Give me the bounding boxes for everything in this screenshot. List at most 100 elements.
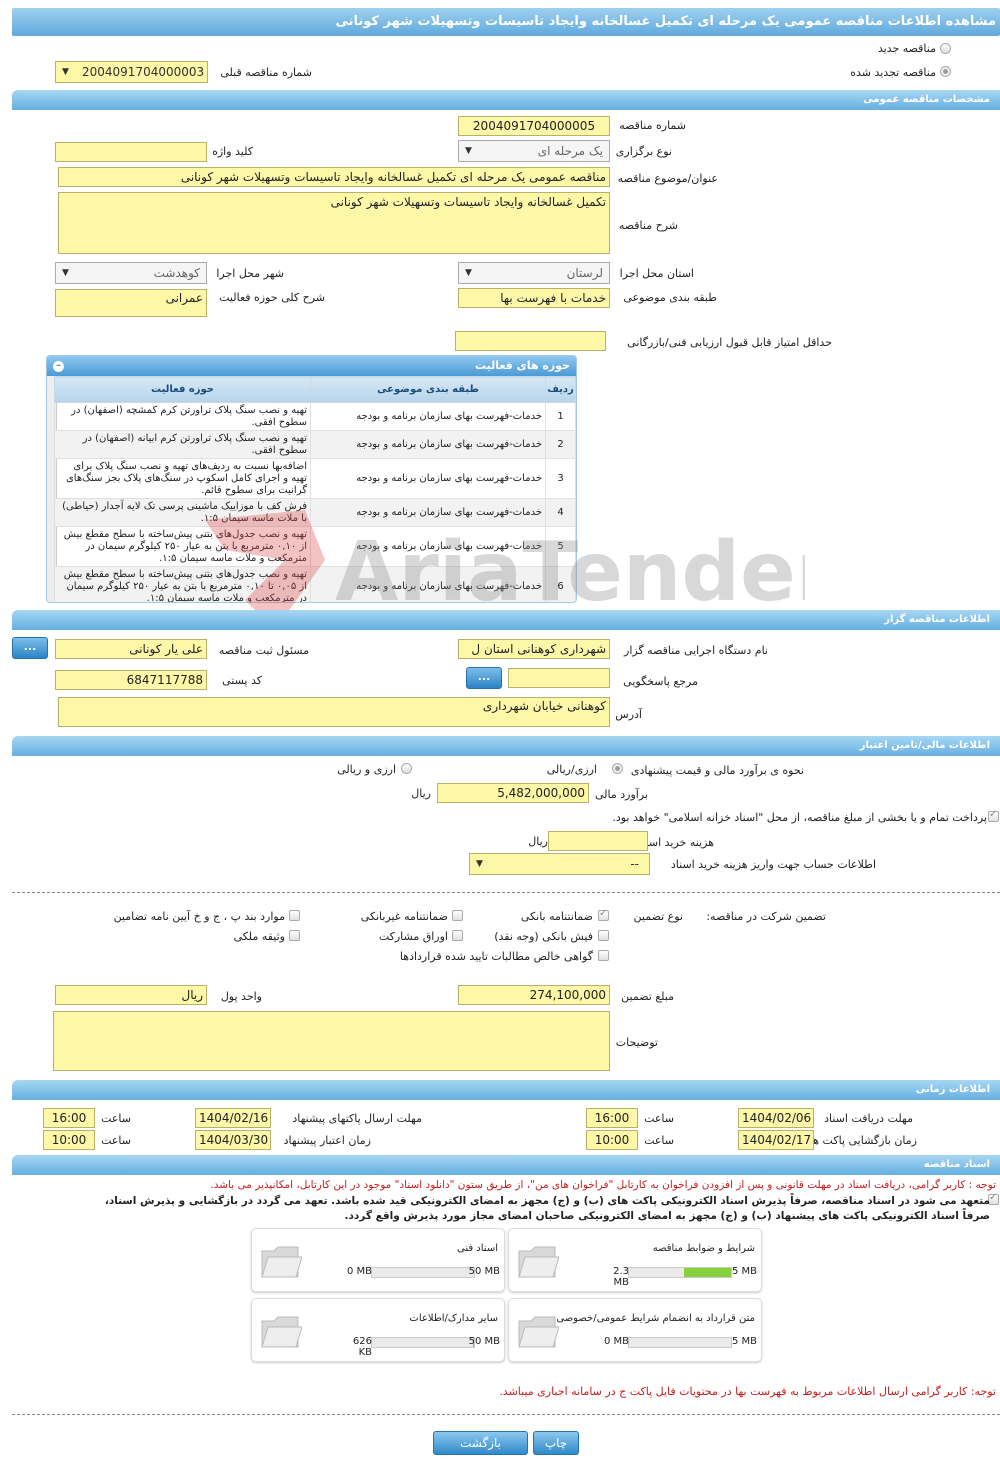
tender-number-field[interactable]: 2004091704000005: [458, 116, 610, 136]
open-hour-label: ساعت: [644, 1134, 674, 1147]
documents-note: توجه : کاربر گرامی، دریافت اسناد در مهلت…: [210, 1179, 996, 1191]
ref-lookup-button[interactable]: ...: [466, 667, 502, 689]
postal-field[interactable]: 6847117788: [55, 670, 207, 690]
file-current-size: 2.3 MB: [613, 1266, 629, 1288]
clause-label: موارد بند پ ، ج و خ آیین نامه تضامین: [113, 910, 285, 923]
back-button[interactable]: بازگشت: [433, 1431, 528, 1455]
row-category: خدمات-فهرست بهای سازمان برنامه و بودجه: [310, 458, 546, 499]
file-usage-bar: [628, 1267, 732, 1278]
title-field[interactable]: مناقصه عمومی یک مرحله ای تکمیل غسالخانه …: [58, 167, 610, 187]
receive-time-field[interactable]: 16:00: [586, 1108, 638, 1128]
receive-deadline-label: مهلت دریافت اسناد: [824, 1112, 913, 1125]
property-label: وثیقه ملکی: [233, 930, 285, 943]
file-usage-bar: [371, 1337, 475, 1348]
open-hour-field[interactable]: 10:00: [586, 1130, 638, 1150]
ref-field[interactable]: [508, 668, 610, 688]
renewed-tender-radio[interactable]: [940, 66, 951, 77]
page-title: مشاهده اطلاعات مناقصه عمومی یک مرحله ای …: [12, 8, 1000, 36]
address-label: آدرس: [615, 708, 642, 721]
new-tender-radio[interactable]: [940, 43, 951, 54]
activity-desc-field[interactable]: عمرانی: [55, 289, 207, 317]
receive-time-label: ساعت: [644, 1112, 674, 1125]
certificate-checkbox[interactable]: [598, 950, 609, 961]
title-label: عنوان/موضوع مناقصه: [617, 172, 718, 185]
send-time-field[interactable]: 16:00: [43, 1108, 95, 1128]
notes-field[interactable]: [53, 1011, 610, 1071]
send-time-label: ساعت: [101, 1112, 131, 1125]
row-category: خدمات-فهرست بهای سازمان برنامه و بودجه: [310, 402, 546, 431]
validity-date-field[interactable]: 1404/03/30: [195, 1130, 271, 1150]
file-current-size: 0 MB: [603, 1336, 629, 1347]
method-radio-1[interactable]: [612, 763, 623, 774]
keyword-field[interactable]: [55, 142, 207, 162]
nonbank-guarantee-checkbox[interactable]: [452, 910, 463, 921]
activity-panel-header: حوزه های فعالیت –: [47, 356, 576, 376]
registrar-field[interactable]: علی یار کونانی: [55, 639, 207, 659]
clause-checkbox[interactable]: [289, 910, 300, 921]
currency-field[interactable]: ریال: [55, 985, 207, 1005]
province-select[interactable]: ▼ لرستان: [458, 262, 610, 284]
section-organizer: اطلاعات مناقصه گزار: [12, 610, 1000, 630]
file-box[interactable]: سایر مدارک/اطلاعات 626 KB 50 MB: [251, 1298, 505, 1362]
divider: [12, 1414, 1000, 1415]
keyword-label: کلید واژه: [212, 145, 253, 158]
account-select[interactable]: ▼ --: [469, 853, 650, 875]
chevron-down-icon: ▼: [62, 67, 69, 77]
registrar-lookup-button[interactable]: ...: [12, 637, 48, 659]
receipt-label: فیش بانکی (وجه نقد): [494, 930, 593, 943]
divider: [12, 892, 1000, 893]
type-select[interactable]: ▼ یک مرحله ای: [458, 140, 610, 162]
row-activity: اضافه‌بها نسبت به ردیف‌های تهیه و نصب سن…: [54, 458, 311, 499]
currency-label: واحد پول: [220, 990, 262, 1003]
ref-label: مرجع پاسخگویی: [623, 675, 698, 688]
file-box[interactable]: متن قرارداد به انضمام شرایط عمومی/خصوصی …: [508, 1298, 762, 1362]
bonds-label: اوراق مشارکت: [378, 930, 448, 943]
folder-icon: [518, 1316, 559, 1348]
certificate-label: گواهی خالص مطالبات تایید شده قراردادها: [399, 950, 593, 963]
estimate-field[interactable]: 5,482,000,000: [437, 783, 589, 803]
treasury-checkbox[interactable]: [988, 809, 999, 822]
description-field[interactable]: تکمیل غسالخانه وایجاد تاسیسات وتسهیلات ش…: [58, 192, 610, 254]
bonds-checkbox[interactable]: [452, 930, 463, 941]
estimate-method-label: نحوه ی برآورد مالی و قیمت پیشنهادی: [630, 764, 804, 777]
price-list-note: توجه: کاربر گرامی ارسال اطلاعات مربوط به…: [499, 1385, 996, 1398]
send-date-field[interactable]: 1404/02/16: [195, 1108, 271, 1128]
file-usage-bar: [628, 1337, 732, 1348]
collapse-icon[interactable]: –: [53, 361, 64, 372]
file-box[interactable]: شرایط و ضوابط مناقصه 2.3 MB 5 MB: [508, 1228, 762, 1292]
folder-icon: [518, 1246, 559, 1278]
bank-guarantee-checkbox[interactable]: [598, 908, 609, 921]
receipt-checkbox[interactable]: [598, 930, 609, 941]
validity-time-field[interactable]: 10:00: [43, 1130, 95, 1150]
new-tender-label: مناقصه جدید: [877, 42, 936, 55]
validity-label: زمان اعتبار پیشنهاد: [283, 1134, 371, 1147]
doc-cost-field[interactable]: [548, 831, 648, 851]
address-field[interactable]: کوهنانی خیابان شهرداری: [58, 697, 610, 727]
file-max-size: 5 MB: [731, 1336, 757, 1347]
property-checkbox[interactable]: [289, 930, 300, 941]
open-date-field[interactable]: 1404/02/17: [738, 1130, 814, 1150]
chevron-down-icon: ▼: [465, 146, 472, 156]
province-label: استان محل اجرا: [619, 267, 694, 280]
method-radio-2[interactable]: [401, 763, 412, 774]
receive-date-field[interactable]: 1404/02/06: [738, 1108, 814, 1128]
city-select[interactable]: ▼ کوهدشت: [55, 262, 207, 284]
col-row: ردیف: [545, 376, 576, 403]
print-button[interactable]: چاپ: [533, 1431, 579, 1455]
description-label: شرح مناقصه: [618, 219, 678, 232]
guarantee-amount-field[interactable]: 274,100,000: [458, 985, 610, 1005]
open-time-label: زمان بازگشایی پاکت ها: [809, 1134, 917, 1147]
min-score-field[interactable]: [455, 331, 606, 351]
tender-number-label: شماره مناقصه: [619, 119, 686, 132]
commit-text-1: متعهد می شود در اسناد مناقصه، صرفاً پذیر…: [104, 1195, 990, 1207]
category-field[interactable]: خدمات با فهرست بها: [458, 288, 610, 308]
prev-number-select[interactable]: ▼ 2004091704000003: [55, 61, 208, 83]
section-timing: اطلاعات زمانی: [12, 1080, 1000, 1100]
file-box[interactable]: اسناد فنی 0 MB 50 MB: [251, 1228, 505, 1292]
postal-label: کد پستی: [222, 674, 262, 687]
method-option-2: ارزی و ریالی: [337, 763, 396, 776]
file-max-size: 5 MB: [731, 1266, 757, 1277]
category-label: طبقه بندی موضوعی: [623, 291, 717, 304]
row-activity: تهیه و نصب سنگ پلاک تراورتن کرم ابیانه (…: [54, 430, 311, 459]
org-field[interactable]: شهرداری کوهنانی استان ل: [458, 639, 610, 659]
